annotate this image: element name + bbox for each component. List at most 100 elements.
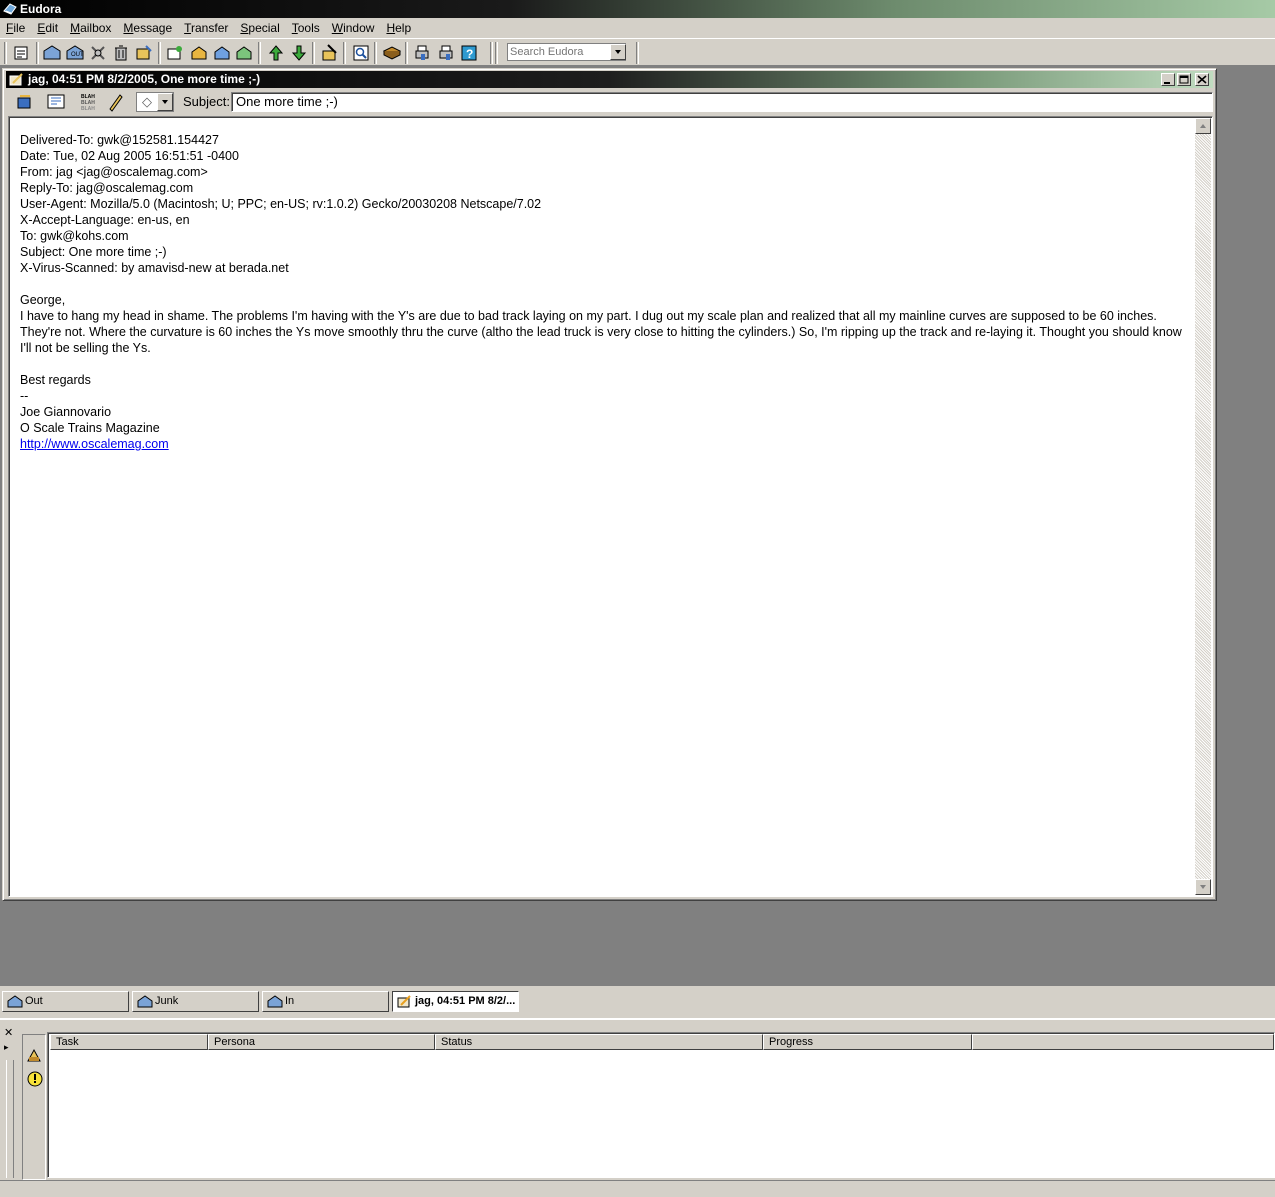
toolbar-separator xyxy=(258,42,261,64)
filter-icon[interactable] xyxy=(88,43,108,63)
minimize-button[interactable] xyxy=(1161,73,1175,86)
expand-arrow-icon[interactable]: ▸ xyxy=(4,1042,15,1053)
search-box xyxy=(507,43,626,61)
status-bar xyxy=(0,1180,1275,1197)
signature-organization: O Scale Trains Magazine xyxy=(20,421,160,435)
task-list[interactable]: Task Persona Status Progress xyxy=(47,1032,1275,1178)
menu-file[interactable]: File xyxy=(0,18,31,38)
chevron-down-icon xyxy=(615,50,621,54)
subject-field[interactable]: One more time ;-) xyxy=(231,92,1213,112)
search-dropdown-button[interactable] xyxy=(610,44,626,60)
eudora-logo-icon xyxy=(3,3,17,15)
blah-blah-icon[interactable]: BLAH BLAH BLAH xyxy=(79,92,101,112)
tab-label: jag, 04:51 PM 8/2/... xyxy=(415,995,516,1007)
signature-separator: -- xyxy=(20,389,29,403)
tab-out[interactable]: Out xyxy=(2,991,129,1012)
menu-mailbox[interactable]: Mailbox xyxy=(64,18,117,38)
address-book-icon[interactable] xyxy=(382,43,402,63)
toolbar-separator xyxy=(374,42,377,64)
tab-in[interactable]: In xyxy=(262,991,389,1012)
close-button[interactable] xyxy=(1195,73,1209,86)
menu-message[interactable]: Message xyxy=(117,18,178,38)
subject-label: Subject: xyxy=(183,94,230,109)
window-tab-bar: Out Junk In jag, 04:51 PM 8/2/... xyxy=(0,986,1275,1016)
print-icon[interactable] xyxy=(412,43,432,63)
toolbar-separator xyxy=(490,42,493,64)
menu-transfer[interactable]: Transfer xyxy=(178,18,234,38)
new-message-icon[interactable] xyxy=(165,43,185,63)
tab-junk[interactable]: Junk xyxy=(132,991,259,1012)
scroll-up-button[interactable] xyxy=(1195,118,1211,134)
inbox-icon[interactable] xyxy=(42,43,62,63)
header-line: X-Accept-Language: en-us, en xyxy=(20,213,190,227)
next-message-icon[interactable] xyxy=(289,43,309,63)
signature-name: Joe Giannovario xyxy=(20,405,112,419)
restore-icon xyxy=(1179,75,1189,84)
reply-icon[interactable] xyxy=(189,43,209,63)
reply-message-icon[interactable] xyxy=(14,92,36,112)
message-window-titlebar[interactable]: jag, 04:51 PM 8/2/2005, One more time ;-… xyxy=(6,71,1213,88)
column-header-persona[interactable]: Persona xyxy=(208,1034,435,1050)
chevron-down-icon xyxy=(1200,885,1206,889)
message-body[interactable]: Delivered-To: gwk@152581.154427 Date: Tu… xyxy=(8,116,1213,897)
priority-value: ◇ xyxy=(142,94,152,109)
search-input[interactable] xyxy=(510,45,608,59)
column-header-progress[interactable]: Progress xyxy=(763,1034,972,1050)
header-line: From: jag <jag@oscalemag.com> xyxy=(20,165,208,179)
mailbox-icon xyxy=(267,995,283,1008)
transfer-message-icon[interactable] xyxy=(45,92,67,112)
find-icon[interactable] xyxy=(351,43,371,63)
vertical-scrollbar[interactable] xyxy=(1195,118,1211,895)
toolbar-separator xyxy=(343,42,346,64)
chevron-up-icon xyxy=(1200,124,1206,128)
menu-tools[interactable]: Tools xyxy=(286,18,326,38)
mailbox-icon xyxy=(7,995,23,1008)
header-line: Reply-To: jag@oscalemag.com xyxy=(20,181,194,195)
previous-message-icon[interactable] xyxy=(266,43,286,63)
tab-label: In xyxy=(285,995,295,1007)
close-icon[interactable]: ✕ xyxy=(4,1028,15,1039)
task-progress-icon[interactable] xyxy=(24,1045,45,1067)
send-queued-icon[interactable] xyxy=(320,43,340,63)
column-header-status[interactable]: Status xyxy=(435,1034,763,1050)
priority-select[interactable]: ◇ xyxy=(136,92,174,112)
column-header-task[interactable]: Task xyxy=(50,1034,208,1050)
signature-link[interactable]: http://www.oscalemag.com xyxy=(20,437,169,451)
priority-dropdown-button[interactable] xyxy=(157,93,173,111)
check-mail-icon[interactable] xyxy=(12,43,32,63)
message-read-icon xyxy=(397,995,411,1008)
menu-help[interactable]: Help xyxy=(380,18,417,38)
greeting: George, xyxy=(20,293,66,307)
menu-special[interactable]: Special xyxy=(234,18,285,38)
toolbar-separator xyxy=(495,42,498,64)
message-window: jag, 04:51 PM 8/2/2005, One more time ;-… xyxy=(2,68,1217,901)
print-one-icon[interactable] xyxy=(436,43,456,63)
menu-window[interactable]: Window xyxy=(326,18,381,38)
edit-pencil-icon[interactable] xyxy=(104,92,126,112)
tab-message[interactable]: jag, 04:51 PM 8/2/... xyxy=(392,991,519,1012)
header-line: To: gwk@kohs.com xyxy=(20,229,129,243)
toolbar-separator xyxy=(636,42,639,64)
app-title: Eudora xyxy=(20,2,62,16)
scroll-down-button[interactable] xyxy=(1195,879,1211,895)
restore-button[interactable] xyxy=(1177,73,1191,86)
tab-label: Out xyxy=(25,995,43,1007)
panel-grip[interactable] xyxy=(6,1060,14,1178)
minimize-icon xyxy=(1164,82,1170,84)
attach-icon[interactable] xyxy=(134,43,154,63)
close-icon xyxy=(1197,75,1207,84)
header-line: Subject: One more time ;-) xyxy=(20,245,167,259)
reply-all-icon[interactable] xyxy=(212,43,232,63)
message-text: Delivered-To: gwk@152581.154427 Date: Tu… xyxy=(20,132,1190,452)
closing: Best regards xyxy=(20,373,91,387)
trash-icon[interactable] xyxy=(111,43,131,63)
outbox-icon[interactable]: OUT xyxy=(65,43,85,63)
message-toolbar: BLAH BLAH BLAH ◇ Subject: One more time ;-… xyxy=(6,89,1213,115)
header-line: Delivered-To: gwk@152581.154427 xyxy=(20,133,219,147)
forward-icon[interactable] xyxy=(234,43,254,63)
help-icon[interactable]: ? xyxy=(459,43,479,63)
menu-edit[interactable]: Edit xyxy=(31,18,64,38)
mailbox-icon xyxy=(137,995,153,1008)
task-error-icon[interactable] xyxy=(24,1069,45,1091)
